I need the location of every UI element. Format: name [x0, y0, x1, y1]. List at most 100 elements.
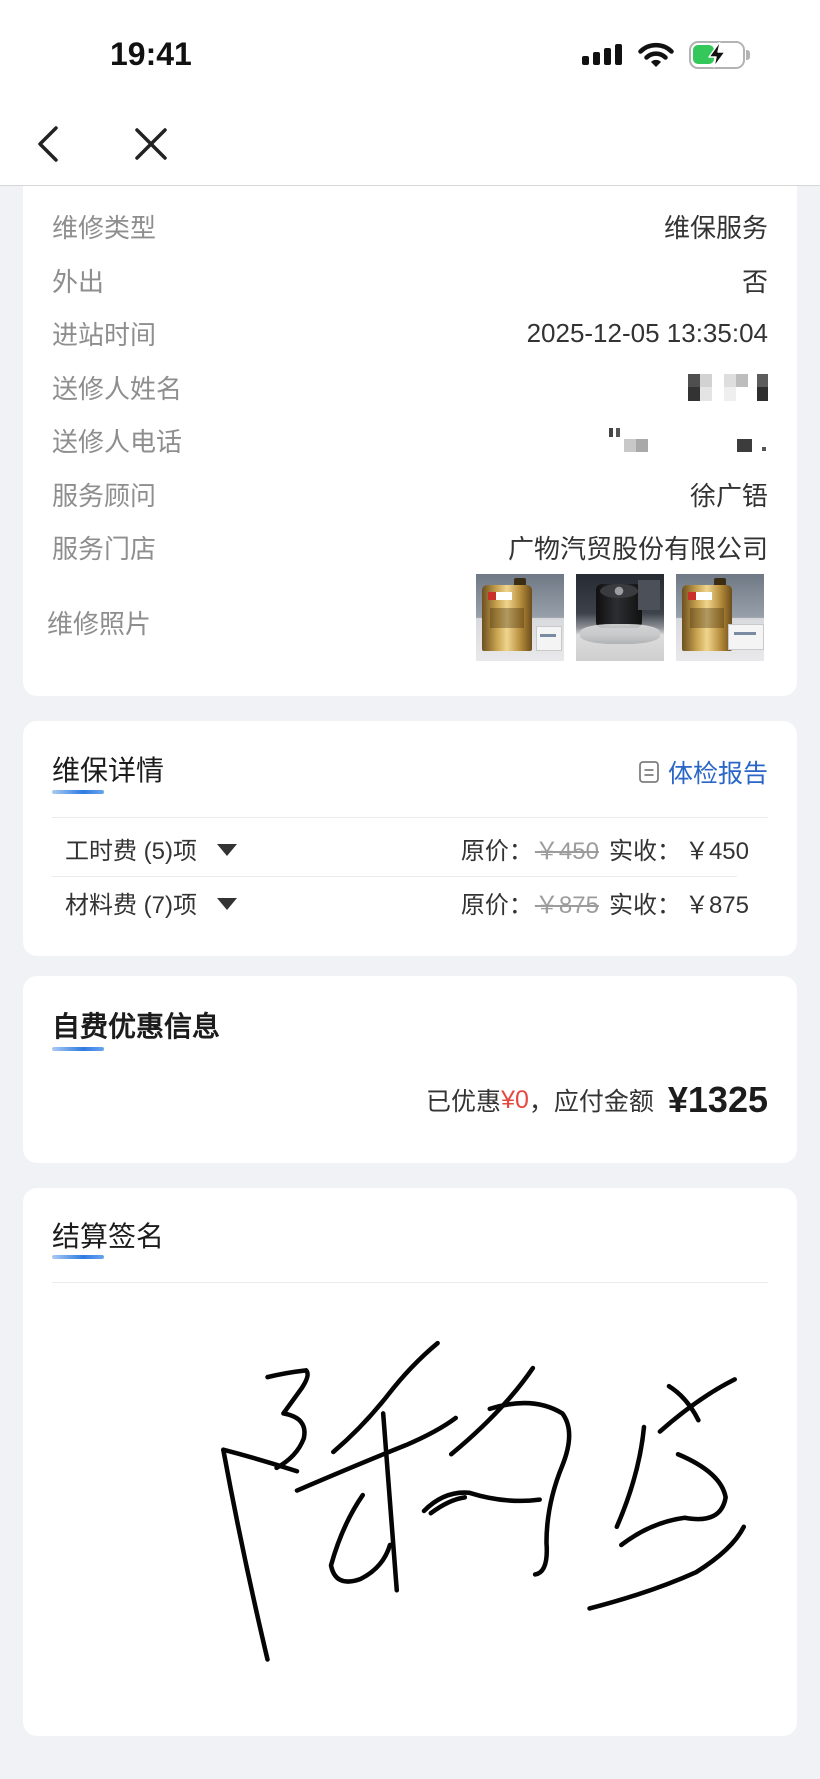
close-button[interactable] — [131, 124, 171, 164]
battery-cap — [746, 50, 750, 60]
handwritten-signature — [221, 1340, 747, 1662]
payable-amount: ¥1325 — [667, 1079, 768, 1120]
divider — [52, 817, 768, 818]
signal-bar — [582, 56, 589, 65]
actual-price-label: 实收： — [608, 891, 681, 919]
labor-fee-expander[interactable]: 工时费 (5)项 — [65, 831, 237, 866]
repair-type-label: 维修类型 — [52, 213, 157, 244]
discount-title: 自费优惠信息 — [52, 1011, 221, 1042]
filter-box-print — [734, 632, 756, 635]
oil-filter-top — [600, 584, 638, 598]
cellular-signal-icon — [582, 43, 623, 65]
battery-icon — [689, 41, 751, 69]
repair-photo-1[interactable] — [476, 574, 564, 661]
info-row-repair-type: 维修类型 维保服务 — [52, 200, 768, 254]
payable-label: ，应付金额 — [528, 1088, 654, 1116]
info-row-sender-name: 送修人姓名 — [52, 361, 768, 415]
document-icon — [639, 761, 659, 783]
labor-fee-name: 工时费 (5)项 — [65, 837, 197, 865]
repair-info-card: 维修类型 维保服务 外出 否 进站时间 2025-12-05 13:35:04 … — [23, 170, 797, 696]
repair-photos-row: 维修照片 — [47, 574, 764, 661]
labor-fee-prices: 原价： ￥450 实收： ￥450 — [461, 831, 749, 866]
status-time: 19:41 — [110, 36, 192, 72]
can-label-mark — [488, 592, 496, 600]
actual-price: ￥450 — [684, 837, 749, 865]
payment-summary: 已优惠 ¥0 ，应付金额 ¥1325 — [426, 1074, 768, 1126]
caret-down-icon — [217, 843, 237, 856]
arrival-time-label: 进站时间 — [52, 320, 157, 351]
repair-info-list: 维修类型 维保服务 外出 否 进站时间 2025-12-05 13:35:04 … — [52, 200, 768, 575]
signal-bar — [593, 52, 600, 65]
signature-stroke — [328, 1492, 393, 1584]
original-price-label: 原价： — [460, 891, 533, 919]
divider — [52, 876, 737, 877]
inspection-report-label: 体检报告 — [667, 760, 768, 788]
can-label-mark — [688, 592, 696, 600]
caret-down-icon — [217, 897, 237, 910]
fee-row-material: 材料费 (7)项 原价： ￥875 实收： ￥875 — [65, 882, 749, 922]
sender-name-label: 送修人姓名 — [52, 373, 183, 404]
settlement-signature-card: 结算签名 — [23, 1188, 797, 1736]
signature-stroke — [448, 1365, 536, 1457]
sender-phone-label: 送修人电话 — [52, 427, 183, 458]
signature-stroke — [294, 1415, 459, 1493]
maintenance-detail-card: 维保详情 体检报告 工时费 (5)项 原价： ￥450 实收： ￥450 材料费… — [23, 721, 797, 956]
chevron-left-icon — [38, 126, 58, 162]
self-pay-discount-card: 自费优惠信息 已优惠 ¥0 ，应付金额 ¥1325 — [23, 976, 797, 1163]
title-underline — [52, 790, 104, 794]
info-row-outing: 外出 否 — [52, 254, 768, 308]
info-row-service-store: 服务门店 广物汽贸股份有限公司 — [52, 521, 768, 575]
can-print — [490, 608, 524, 628]
service-store-value: 广物汽贸股份有限公司 — [507, 534, 768, 565]
signature-title: 结算签名 — [52, 1221, 165, 1252]
title-underline — [52, 1255, 104, 1259]
fee-row-labor: 工时费 (5)项 原价： ￥450 实收： ￥450 — [65, 828, 749, 868]
original-price: ￥875 — [534, 891, 599, 919]
signature-stroke — [380, 1411, 400, 1593]
redacted-name-mosaic — [688, 373, 768, 401]
signature-stroke — [614, 1424, 647, 1530]
signature-stroke — [587, 1524, 747, 1611]
info-row-sender-phone: 送修人电话 — [52, 414, 768, 468]
repair-photos-label: 维修照片 — [47, 609, 152, 639]
outing-label: 外出 — [52, 266, 105, 297]
discounted-label: 已优惠 — [426, 1088, 502, 1116]
signature-stroke — [265, 1368, 310, 1471]
divider — [52, 1282, 768, 1283]
original-price-label: 原价： — [460, 837, 533, 865]
repair-photo-3[interactable] — [676, 574, 764, 661]
back-button[interactable] — [28, 124, 68, 164]
maintenance-title: 维保详情 — [52, 755, 165, 786]
actual-price-label: 实收： — [608, 837, 681, 865]
actual-price: ￥875 — [684, 891, 749, 919]
material-fee-name: 材料费 (7)项 — [65, 891, 197, 919]
close-icon — [135, 128, 167, 160]
service-advisor-value: 徐广铻 — [689, 480, 768, 511]
signal-bar — [604, 48, 611, 65]
signature-stroke — [487, 1400, 572, 1577]
discounted-amount: ¥0 — [501, 1085, 529, 1114]
outing-value: 否 — [741, 266, 768, 297]
repair-photos — [476, 574, 764, 661]
filter-box-print — [540, 634, 556, 637]
signature-stroke — [221, 1447, 300, 1662]
material-fee-expander[interactable]: 材料费 (7)项 — [65, 885, 237, 920]
arrival-time-value: 2025-12-05 13:35:04 — [526, 318, 768, 349]
info-row-service-advisor: 服务顾问 徐广铻 — [52, 468, 768, 522]
repair-photo-2[interactable] — [576, 574, 664, 661]
filter-box — [536, 626, 562, 651]
can-print — [690, 608, 724, 628]
top-header: 19:41 — [0, 0, 820, 186]
wifi-icon — [638, 42, 674, 67]
repair-type-value: 维保服务 — [663, 213, 768, 244]
title-underline — [52, 1047, 104, 1051]
signal-bar — [615, 44, 622, 65]
background-object — [638, 580, 660, 610]
charging-bolt-icon — [708, 42, 726, 68]
info-row-arrival-time: 进站时间 2025-12-05 13:35:04 — [52, 307, 768, 361]
filter-box — [728, 624, 764, 650]
paper-wrap — [580, 624, 660, 644]
service-store-label: 服务门店 — [52, 534, 157, 565]
inspection-report-link[interactable]: 体检报告 — [639, 754, 768, 790]
material-fee-prices: 原价： ￥875 实收： ￥875 — [461, 885, 749, 920]
